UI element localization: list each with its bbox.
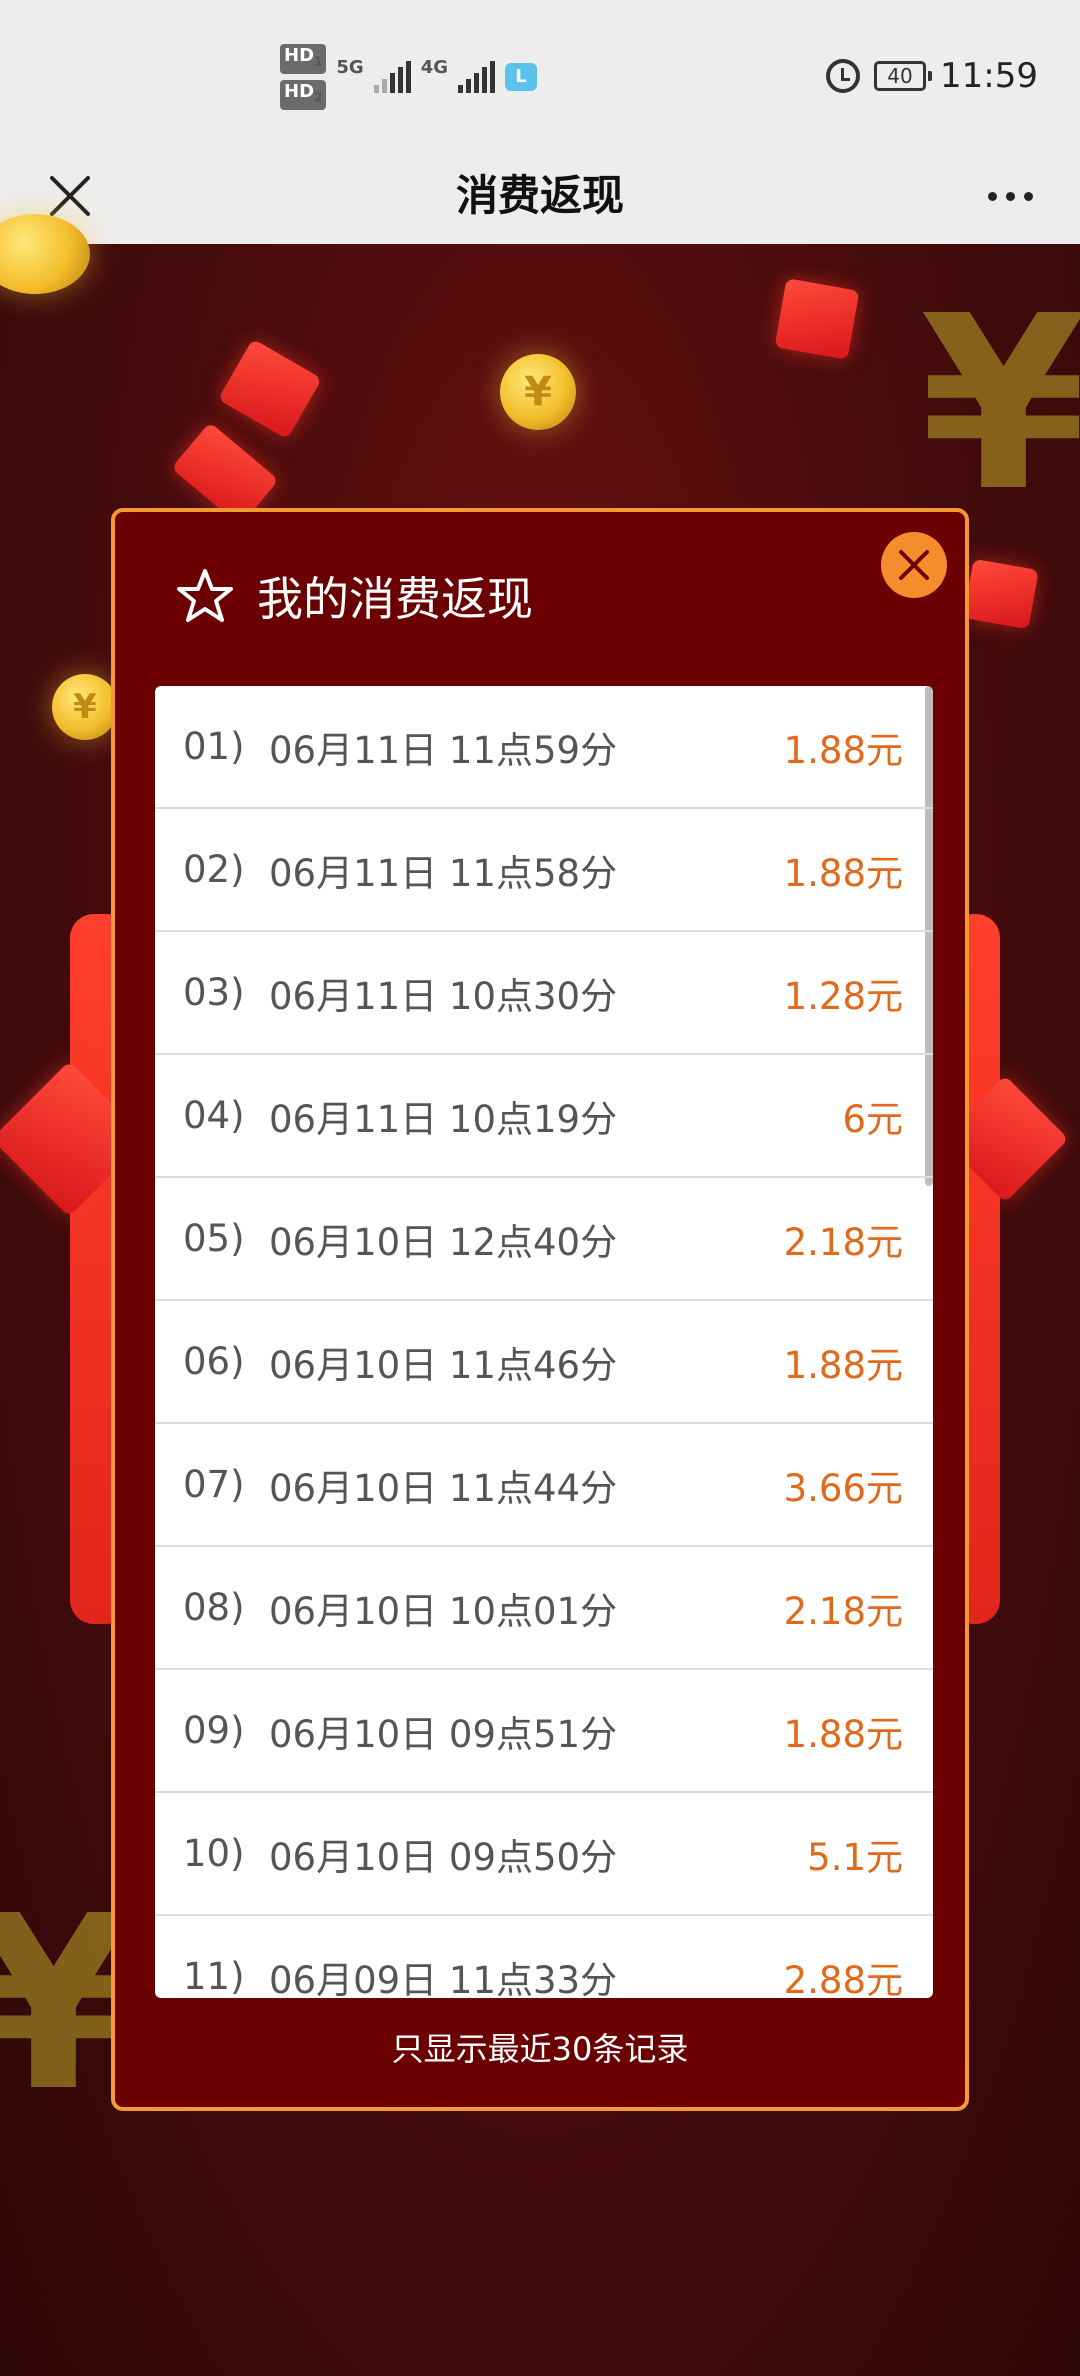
battery-icon: 40 — [874, 61, 933, 91]
cashback-record-list[interactable]: 01) 06月11日 11点59分 1.88元 02) 06月11日 11点58分 1.8… — [155, 686, 933, 1998]
record-index: 11) — [183, 1955, 245, 1998]
network-4g-label: 4G — [420, 56, 448, 78]
record-datetime: 06月11日 11点59分 — [269, 728, 618, 772]
network-5g-label: 5G — [336, 56, 364, 78]
status-left: HD1 HD2 5G 4G L — [280, 42, 537, 112]
signal-bars-icon — [373, 61, 411, 93]
record-index: 10) — [183, 1832, 245, 1875]
list-item: 03) 06月11日 10点30分 1.28元 — [155, 932, 933, 1055]
sim1-hd-badge: HD1 — [280, 44, 327, 74]
record-amount: 2.18元 — [783, 1589, 903, 1633]
list-item: 07) 06月10日 11点44分 3.66元 — [155, 1424, 933, 1547]
red-envelope-decoration — [217, 338, 323, 440]
record-index: 08) — [183, 1586, 245, 1629]
list-item: 10) 06月10日 09点50分 5.1元 — [155, 1793, 933, 1916]
modal-header: 我的消费返现 — [175, 556, 533, 636]
record-datetime: 06月11日 10点19分 — [269, 1097, 618, 1141]
yen-decoration: ¥ — [920, 264, 1080, 544]
list-item: 09) 06月10日 09点51分 1.88元 — [155, 1670, 933, 1793]
star-icon — [177, 569, 233, 622]
record-datetime: 06月10日 11点44分 — [269, 1466, 618, 1510]
record-index: 03) — [183, 971, 245, 1014]
record-amount: 1.28元 — [783, 974, 903, 1018]
screen: HD1 HD2 5G 4G L 40 11:59 消费返现 ¥ ¥ ¥ ¥ 我的… — [0, 0, 1080, 2376]
alarm-icon — [826, 59, 861, 93]
record-datetime: 06月11日 11点58分 — [269, 851, 618, 895]
record-rows: 01) 06月11日 11点59分 1.88元 02) 06月11日 11点58分 1.8… — [155, 686, 933, 1998]
record-index: 02) — [183, 848, 245, 891]
record-amount: 1.88元 — [783, 1712, 903, 1756]
coin-decoration: ¥ — [52, 674, 118, 740]
record-amount: 1.88元 — [783, 728, 903, 772]
list-item: 08) 06月10日 10点01分 2.18元 — [155, 1547, 933, 1670]
more-dot-icon — [1005, 191, 1015, 201]
app-notification-icon: L — [505, 63, 537, 91]
record-index: 01) — [183, 725, 245, 768]
record-datetime: 06月10日 09点50分 — [269, 1835, 618, 1879]
coin-decoration: ¥ — [500, 354, 576, 430]
more-options-button[interactable] — [970, 156, 1050, 236]
record-amount: 1.88元 — [783, 851, 903, 895]
record-datetime: 06月10日 10点01分 — [269, 1589, 618, 1633]
record-limit-note: 只显示最近30条记录 — [391, 2030, 689, 2068]
record-datetime: 06月10日 11点46分 — [269, 1343, 618, 1387]
record-amount: 5.1元 — [807, 1835, 903, 1879]
list-item: 11) 06月09日 11点33分 2.88元 — [155, 1916, 933, 1998]
red-envelope-decoration — [774, 278, 860, 360]
record-amount: 2.88元 — [783, 1958, 903, 1999]
sim-indicators: HD1 HD2 — [280, 44, 327, 110]
record-index: 09) — [183, 1709, 245, 1752]
cashback-modal: 我的消费返现 01) 06月11日 11点59分 1.88元 02) 06月11日 11… — [111, 508, 969, 2111]
sim2-hd-badge: HD2 — [280, 80, 327, 110]
red-envelope-decoration — [963, 558, 1039, 630]
record-index: 06) — [183, 1340, 245, 1383]
record-datetime: 06月09日 11点33分 — [269, 1958, 618, 1999]
list-item: 06) 06月10日 11点46分 1.88元 — [155, 1301, 933, 1424]
record-amount: 2.18元 — [783, 1220, 903, 1264]
more-dot-icon — [1023, 191, 1033, 201]
page-title: 消费返现 — [455, 171, 624, 220]
status-bar: HD1 HD2 5G 4G L 40 11:59 — [0, 0, 1080, 148]
list-item: 05) 06月10日 12点40分 2.18元 — [155, 1178, 933, 1301]
close-icon — [50, 176, 90, 216]
modal-close-button[interactable] — [881, 532, 947, 598]
record-amount: 1.88元 — [783, 1343, 903, 1387]
list-item: 01) 06月11日 11点59分 1.88元 — [155, 686, 933, 809]
list-item: 04) 06月11日 10点19分 6元 — [155, 1055, 933, 1178]
record-datetime: 06月10日 09点51分 — [269, 1712, 618, 1756]
modal-title: 我的消费返现 — [257, 572, 533, 626]
record-amount: 6元 — [842, 1097, 903, 1141]
navbar: 消费返现 — [0, 148, 1080, 244]
record-amount: 3.66元 — [783, 1466, 903, 1510]
record-datetime: 06月11日 10点30分 — [269, 974, 618, 1018]
close-icon — [899, 550, 929, 580]
record-index: 05) — [183, 1217, 245, 1260]
record-index: 04) — [183, 1094, 245, 1137]
status-right: 40 11:59 — [826, 48, 1038, 104]
record-index: 07) — [183, 1463, 245, 1506]
signal-bars-icon — [458, 61, 495, 93]
record-datetime: 06月10日 12点40分 — [269, 1220, 618, 1264]
list-item: 02) 06月11日 11点58分 1.88元 — [155, 809, 933, 932]
more-dot-icon — [987, 191, 997, 201]
clock: 11:59 — [940, 56, 1038, 96]
